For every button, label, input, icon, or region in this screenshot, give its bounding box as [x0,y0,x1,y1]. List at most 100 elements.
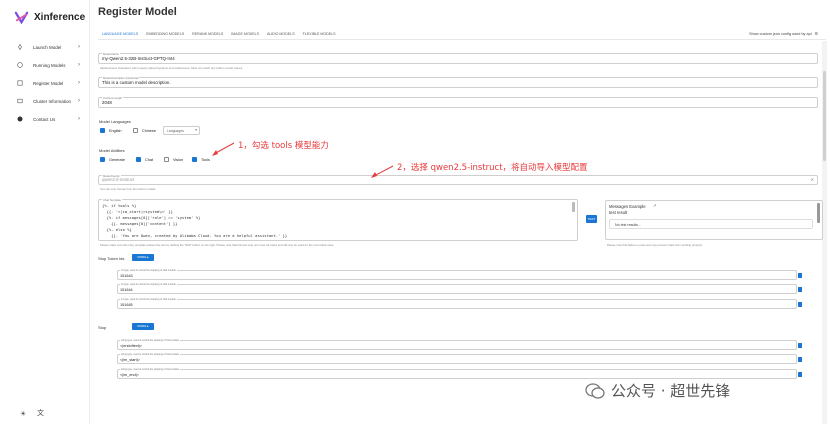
page-title: Register Model [98,6,177,18]
stop-token-ids-label: Stop Token Ids [98,256,125,261]
stop-field-value: <|im_start|> [120,358,140,362]
delete-icon[interactable] [798,372,802,377]
chevron-down-icon: ▾ [195,128,197,132]
model-family-helper: You can only choose from the built-in mo… [100,187,156,191]
stop-label: Stop [98,325,107,330]
app-name: Xinference [34,12,86,23]
model-abilities-label: Model Abilities [99,148,125,153]
delete-icon[interactable] [798,273,802,278]
chat-template-line: {%- if tools %} [102,203,137,208]
sidebar-item-running-models[interactable]: Running Models › [0,58,90,72]
sidebar-item-label: Running Models [33,62,66,68]
chevron-right-icon: › [78,44,80,50]
sidebar-item-label: Cluster Information [33,98,72,104]
stop-token-id-field[interactable]: int type, used to control the stopping o… [117,269,797,280]
wechat-icon [585,382,605,399]
ability-tools-label: Tools [201,157,210,162]
sidebar-item-label: Contact Us [33,116,56,122]
model-description-value: This is a custom model description. [102,80,171,85]
delete-icon[interactable] [798,302,802,307]
chevron-right-icon: › [78,116,80,122]
test-result-box: No test results... [609,219,813,229]
chevron-right-icon: › [78,80,80,86]
stop-field-value: <|im_end|> [120,373,139,377]
ability-generate-checkbox[interactable]: Generate [100,157,125,162]
delete-icon[interactable] [798,287,802,292]
stop-token-id-field[interactable]: int type, used to control the stopping o… [117,298,797,309]
model-family-field[interactable]: Model Family qwen2.5-instruct ✕ [98,174,818,185]
checkbox-checked-icon [100,157,105,162]
ability-tools-checkbox[interactable]: Tools [192,157,210,162]
main-content: Register Model LANGUAGE MODELS EMBEDDING… [90,0,830,424]
delete-icon[interactable] [798,357,802,362]
scrollbar-thumb[interactable] [823,71,826,161]
no-test-results: No test results... [615,223,641,227]
watermark: 公众号 · 超世先锋 [585,380,730,401]
messages-example-helper: Please note that failure to pass test ma… [607,243,703,247]
sidebar-item-launch-model[interactable]: Launch Model › [0,40,90,54]
language-english-label: English [109,128,122,133]
chat-template-line: {{- messages[0]['content'] }} [102,221,178,226]
sidebar-item-cluster-information[interactable]: Cluster Information › [0,94,90,108]
stop-field-label: string type, used to control the stoppin… [120,353,180,356]
model-family-placeholder: qwen2.5-instruct [102,177,135,182]
theme-toggle-icon[interactable]: ☀ [20,410,26,418]
stop-token-ids-more-button[interactable]: MORE ▸ [132,254,154,261]
json-config-toggle[interactable]: Show custom json config used by api ☰ [749,31,818,37]
test-button[interactable]: TEST [586,215,597,223]
checkbox-unchecked-icon [133,128,138,133]
stop-field-label: string type, used to control the stoppin… [120,368,180,371]
panel-scrollbar[interactable] [817,203,820,223]
stop-more-button[interactable]: MORE ▸ [132,323,154,330]
template-scrollbar[interactable] [572,202,575,212]
sidebar-item-contact-us[interactable]: Contact Us › [0,112,90,126]
languages-select-label: Languages [167,129,184,133]
context-length-value: 2048 [102,100,112,105]
chat-template-field[interactable]: Chat Template {%- if tools %} {{- '<|im_… [98,198,578,241]
chat-template-line: {%- if messages[0]['role'] == 'system' %… [102,215,201,220]
sidebar-item-label: Launch Model [33,44,62,50]
language-icon[interactable]: 文 [37,408,44,418]
stop-token-id-value: 151643 [120,274,133,278]
watermark-text: 公众号 · 超世先锋 [611,382,731,400]
model-description-field[interactable]: Model Description (Optional) This is a c… [98,76,818,88]
rocket-icon [18,44,22,50]
chat-template-line: {{- '<|im_start|>system\n' }} [102,209,173,214]
stop-field[interactable]: string type, used to control the stoppin… [117,368,797,379]
sidebar: Xinference Launch Model › Running Models… [0,0,90,424]
stop-field[interactable]: string type, used to control the stoppin… [117,353,797,364]
external-link-icon[interactable]: ↗ [653,203,656,208]
context-length-field[interactable]: Context Length 2048 [98,96,818,108]
app-logo[interactable]: Xinference [14,10,85,25]
model-name-field[interactable]: Model Name my-Qwen2.5-32B-Instruct-GPTQ-… [98,52,818,64]
more-button-label: MORE [137,255,147,259]
close-icon[interactable]: ✕ [811,177,814,182]
menu-icon[interactable]: ☰ [815,31,818,36]
ability-vision-checkbox[interactable]: Vision [164,157,183,162]
annotation-step-1: 1，勾选 tools 模型能力 [238,141,329,151]
stop-token-id-label: int type, used to control the stopping o… [120,298,177,301]
xinference-logo-icon [14,11,29,25]
languages-select[interactable]: Languages ▾ [163,126,200,135]
ability-chat-label: Chat [145,157,154,162]
arrowhead-step-1 [212,150,218,156]
arrow-step-1 [213,142,235,155]
more-button-label: MORE [137,324,147,328]
stop-token-id-value: 151644 [120,288,133,292]
stop-field[interactable]: string type, used to control the stoppin… [117,339,797,350]
chat-template-label: Chat Template [102,198,122,202]
stop-field-label: string type, used to control the stoppin… [120,339,180,342]
stop-token-id-field[interactable]: int type, used to control the stopping o… [117,283,797,294]
stop-token-id-label: int type, used to control the stopping o… [120,269,177,272]
sidebar-item-register-model[interactable]: Register Model › [0,76,90,90]
register-icon [17,80,23,86]
language-english-checkbox[interactable]: English [100,128,121,133]
delete-icon[interactable] [798,343,802,348]
model-name-value: my-Qwen2.5-32B-Instruct-GPTQ-Int4 [102,56,175,61]
chevron-right-icon: › [78,98,80,104]
json-toggle-label: Show custom json config used by api [749,31,812,36]
ability-vision-label: Vision [173,157,184,162]
play-icon [17,62,23,68]
language-chinese-checkbox[interactable]: Chinese [133,128,156,133]
ability-chat-checkbox[interactable]: Chat [136,157,153,162]
